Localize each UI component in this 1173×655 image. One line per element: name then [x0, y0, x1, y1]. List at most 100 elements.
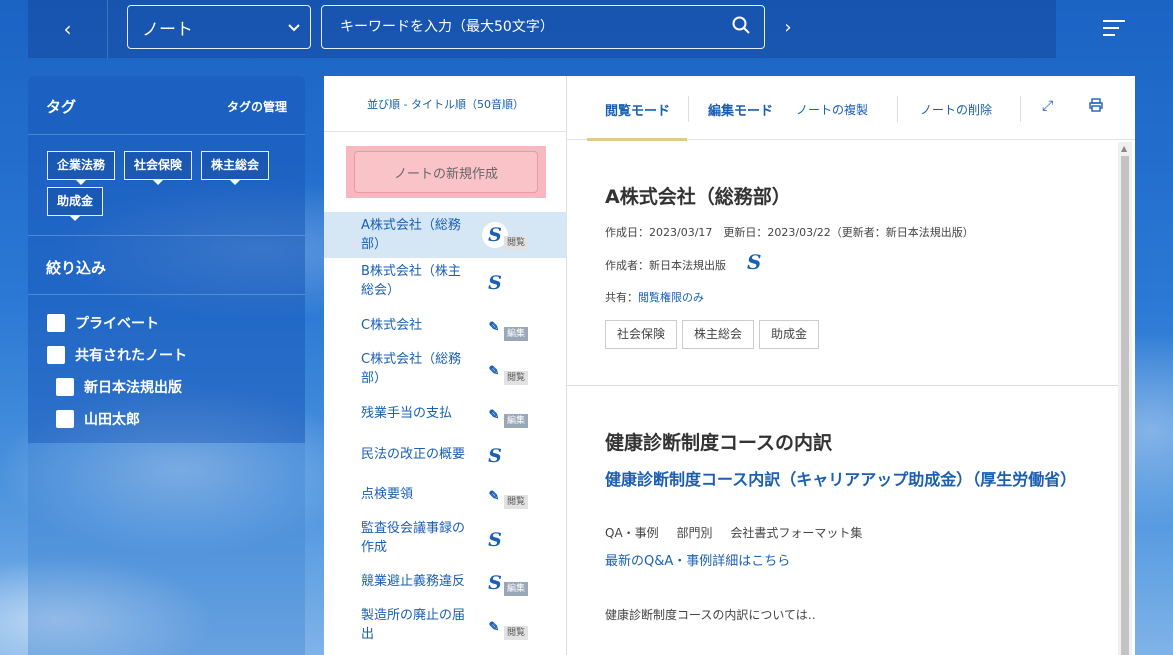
note-list-item[interactable]: 民法の改正の概要 S [324, 443, 567, 475]
chevron-left-icon: ‹ [63, 17, 72, 41]
category-select-value: ノート [142, 19, 193, 40]
tag-chip[interactable]: 助成金 [47, 187, 104, 221]
note-title: 監査役会議事録の作成 [361, 521, 466, 555]
forward-button[interactable]: › [778, 14, 798, 40]
note-list-item[interactable]: 点検要領 ✎ 閲覧 [324, 483, 567, 515]
note-title: C株式会社 [361, 318, 423, 333]
note-list-item[interactable]: 製造所の廃止の届出 ✎ 閲覧 [324, 604, 567, 648]
tags-heading: タグ [46, 98, 77, 116]
note-share: 共有：閲覧権限のみ [605, 289, 704, 305]
pen-icon: ✎ [488, 319, 500, 335]
delete-note-link[interactable]: ノートの削除 [920, 101, 992, 118]
document-categories: QA・事例 部門別 会社書式フォーマット集 [605, 524, 876, 541]
checkbox[interactable] [56, 378, 74, 396]
category-select[interactable]: ノート [127, 5, 311, 49]
filter-label: 新日本法規出版 [84, 380, 182, 396]
new-note-button[interactable]: ノートの新規作成 [354, 151, 538, 193]
divider [1020, 96, 1021, 122]
note-title: A株式会社（総務部） [605, 186, 791, 208]
checkbox[interactable] [47, 346, 65, 364]
note-tag[interactable]: 社会保険 [605, 320, 678, 349]
filter-label: 山田太郎 [84, 412, 140, 428]
note-list-item[interactable]: C株式会社（総務部） ✎ 閲覧 [324, 348, 567, 392]
search-icon[interactable] [732, 16, 750, 38]
note-list-item[interactable]: C株式会社 ✎ 編集 [324, 314, 567, 346]
note-list-item[interactable]: 競業避止義務違反 S 編集 [324, 570, 567, 602]
note-badge: 閲覧 [504, 495, 529, 509]
divider [897, 96, 898, 122]
note-badge: 編集 [504, 582, 529, 596]
chevron-down-icon [288, 17, 300, 37]
divider [28, 294, 305, 295]
filter-label: 共有されたノート [75, 348, 187, 364]
section-heading: 健康診断制度コースの内訳 [605, 432, 833, 454]
tag-chip[interactable]: 社会保険 [124, 151, 193, 185]
document-link[interactable]: 健康診断制度コース内訳（キャリアアップ助成金）（厚生労働省） [605, 468, 1085, 492]
note-list-item[interactable]: B株式会社（株主総会） S [324, 260, 567, 306]
body-text: 健康診断制度コースの内訳については‥ [605, 608, 816, 622]
note-title: 競業避止義務違反 [361, 574, 466, 589]
note-title: 製造所の廃止の届出 [361, 608, 466, 642]
tags-manage-link[interactable]: タグの管理 [227, 98, 287, 115]
note-badge: 閲覧 [504, 626, 529, 640]
note-tag[interactable]: 株主総会 [682, 320, 755, 349]
print-icon[interactable] [1089, 98, 1103, 116]
note-title: C株式会社（総務部） [361, 352, 462, 386]
filter-label: プライベート [75, 316, 159, 332]
mode-tab-bar: 閲覧モード 編集モード ノートの複製 ノートの削除 ⤢ [567, 76, 1135, 141]
hamburger-icon[interactable] [1103, 20, 1125, 38]
filter-shared[interactable]: 共有されたノート [47, 345, 187, 365]
qa-detail-link[interactable]: 最新のQ&A・事例詳細はこちら [605, 550, 790, 569]
search-box [321, 5, 765, 49]
tab-view-mode[interactable]: 閲覧モード [605, 100, 670, 119]
checkbox[interactable] [56, 410, 74, 428]
note-list-item[interactable]: 監査役会議事録の作成 S [324, 517, 567, 561]
publisher-logo-icon: S [488, 529, 502, 551]
pen-icon: ✎ [488, 407, 500, 423]
note-badge: 編集 [504, 414, 529, 428]
note-title: B株式会社（株主総会） [361, 264, 461, 298]
note-dates: 作成日：2023/03/17 更新日：2023/03/22（更新者：新日本法規出… [605, 226, 974, 239]
duplicate-note-link[interactable]: ノートの複製 [796, 101, 868, 118]
share-permission-link[interactable]: 閲覧権限のみ [638, 291, 704, 304]
publisher-logo-icon: S [488, 272, 502, 294]
tab-edit-mode[interactable]: 編集モード [708, 100, 773, 119]
expand-icon[interactable]: ⤢ [1042, 98, 1053, 114]
note-badge: 閲覧 [504, 236, 529, 250]
search-input[interactable] [340, 19, 700, 35]
note-title: A株式会社（総務部） [361, 218, 461, 252]
filter-heading: 絞り込み [46, 259, 107, 277]
share-label: 共有： [605, 291, 638, 304]
note-list-item[interactable]: 残業手当の支払 ✎ 編集 [324, 402, 567, 434]
pen-icon: ✎ [488, 488, 500, 504]
filter-shinnippon[interactable]: 新日本法規出版 [56, 377, 182, 397]
scrollbar[interactable]: ▲ [1118, 142, 1132, 655]
note-tag[interactable]: 助成金 [759, 320, 820, 349]
note-detail-panel: 閲覧モード 編集モード ノートの複製 ノートの削除 ⤢ A株式会社（総務部） 作… [567, 76, 1135, 655]
filter-private[interactable]: プライベート [47, 313, 159, 333]
active-tab-indicator [587, 138, 687, 141]
note-list-item[interactable]: A株式会社（総務部） S 閲覧 [324, 212, 567, 258]
note-title: 民法の改正の概要 [361, 447, 466, 462]
tag-chip[interactable]: 株主総会 [201, 151, 270, 185]
note-title: 残業手当の支払 [361, 406, 453, 421]
category-label: 部門別 [676, 526, 713, 540]
publisher-logo-icon: S [488, 445, 502, 467]
pen-icon: ✎ [488, 363, 500, 379]
category-label: 会社書式フォーマット集 [730, 526, 863, 540]
note-title: 点検要領 [361, 487, 414, 502]
checkbox[interactable] [47, 314, 65, 332]
divider [567, 385, 1119, 386]
scroll-up-icon[interactable]: ▲ [1121, 144, 1127, 153]
note-author: 作成者：新日本法規出版 [605, 259, 726, 272]
scrollbar-thumb[interactable] [1121, 156, 1129, 655]
publisher-logo-icon: S [747, 250, 762, 274]
divider [688, 96, 689, 122]
sidebar: タグ タグの管理 企業法務 社会保険 株主総会 助成金 絞り込み プライベート … [28, 76, 305, 443]
tag-chip[interactable]: 企業法務 [47, 151, 116, 185]
chevron-right-icon: › [784, 16, 792, 38]
sort-order-link[interactable]: 並び順 - タイトル順（50音順） [324, 76, 567, 132]
filter-yamada[interactable]: 山田太郎 [56, 409, 140, 429]
note-list-panel: 並び順 - タイトル順（50音順） ノートの新規作成 A株式会社（総務部） S … [324, 76, 567, 655]
back-button[interactable]: ‹ [28, 0, 108, 58]
